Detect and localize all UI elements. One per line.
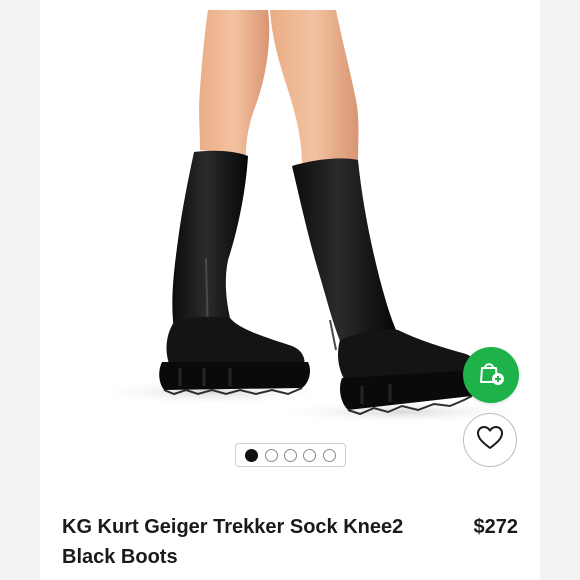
carousel-dot-3[interactable] xyxy=(283,448,297,462)
carousel-dot-2[interactable] xyxy=(264,448,278,462)
listing-price: $272 xyxy=(473,516,519,538)
listing-card: KG Kurt Geiger Trekker Sock Knee2 Black … xyxy=(40,0,540,580)
carousel-dot-1[interactable] xyxy=(245,448,259,462)
add-to-bag-button[interactable] xyxy=(463,347,519,403)
screenshot-frame: KG Kurt Geiger Trekker Sock Knee2 Black … xyxy=(0,0,580,580)
carousel-dot-4[interactable] xyxy=(303,448,317,462)
image-carousel-indicator xyxy=(235,443,346,467)
like-button[interactable] xyxy=(463,413,517,467)
listing-title: KG Kurt Geiger Trekker Sock Knee2 Black … xyxy=(62,516,404,568)
heart-outline-icon xyxy=(476,425,504,456)
carousel-dot-5[interactable] xyxy=(322,448,336,462)
shopping-bag-plus-icon xyxy=(476,358,506,393)
